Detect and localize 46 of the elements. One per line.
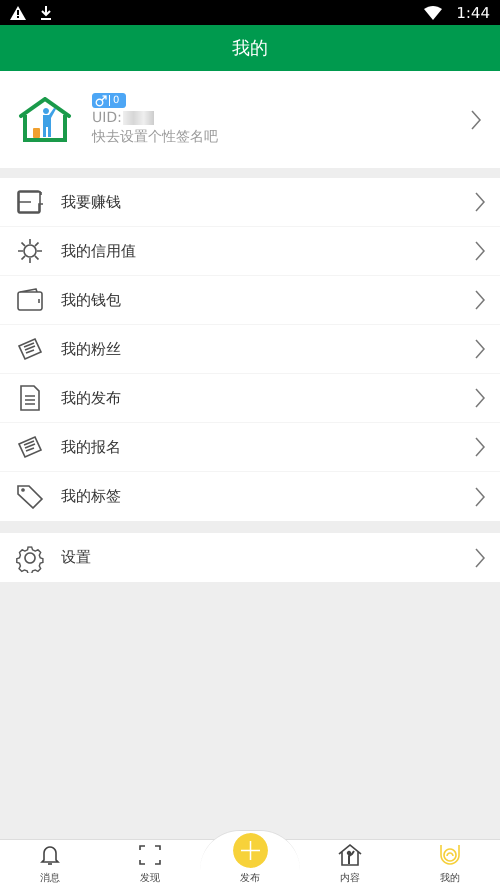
page-title: 我的 [232, 37, 268, 60]
chevron-right-icon [474, 240, 486, 262]
tab-item[interactable]: 发现 [100, 840, 200, 888]
menu-label: 我的粉丝 [61, 340, 122, 358]
download-icon [40, 6, 52, 20]
menu-item[interactable]: 我的发布 [0, 374, 500, 423]
chevron-right-icon [470, 108, 482, 130]
menu-label: 我的报名 [61, 438, 122, 456]
avatar-drawing [18, 96, 72, 142]
menu-label: 我的信用值 [61, 242, 137, 260]
menu-label: 我的发布 [61, 388, 122, 408]
menu-item[interactable]: 我的信用值 [0, 227, 500, 276]
uid-label: UID: [92, 110, 122, 126]
chevron-right-icon [474, 191, 486, 213]
tab-item[interactable]: 内容 [300, 840, 400, 888]
face-icon [437, 842, 463, 868]
card-icon [15, 187, 45, 217]
menu-item[interactable]: 我的报名 [0, 423, 500, 472]
chevron-right-icon [474, 387, 486, 409]
menu-item[interactable]: 我的粉丝 [0, 325, 500, 374]
signature-text: 快去设置个性签名吧 [92, 128, 219, 146]
sun-icon [15, 236, 45, 266]
chevron-right-icon [474, 289, 486, 311]
add-icon [232, 833, 268, 868]
wifi-icon [424, 6, 442, 20]
menu-item[interactable]: 我的钱包 [0, 276, 500, 325]
tab-item[interactable]: 我的 [400, 840, 500, 888]
warning-icon [10, 6, 26, 20]
menu-item[interactable]: 我要赚钱 [0, 178, 500, 227]
house-icon [337, 842, 363, 868]
chevron-right-icon [474, 338, 486, 360]
menu-item[interactable]: 设置 [0, 533, 500, 582]
status-time: 1:44 [456, 4, 490, 22]
tab-item[interactable]: 消息 [0, 840, 100, 888]
menu-item[interactable]: 我的标签 [0, 472, 500, 521]
menu-label: 我要赚钱 [61, 192, 122, 212]
frame-icon [137, 842, 163, 868]
menu-label: 设置 [61, 548, 92, 567]
chevron-right-icon [474, 486, 486, 508]
menu-label: 我的钱包 [61, 290, 122, 310]
blurred-uid [122, 111, 154, 125]
chevron-right-icon [474, 436, 486, 458]
male-icon [95, 94, 107, 106]
chevron-right-icon [474, 546, 486, 568]
menu-label: 我的标签 [61, 487, 122, 506]
gender-badge: 0 [92, 93, 126, 108]
